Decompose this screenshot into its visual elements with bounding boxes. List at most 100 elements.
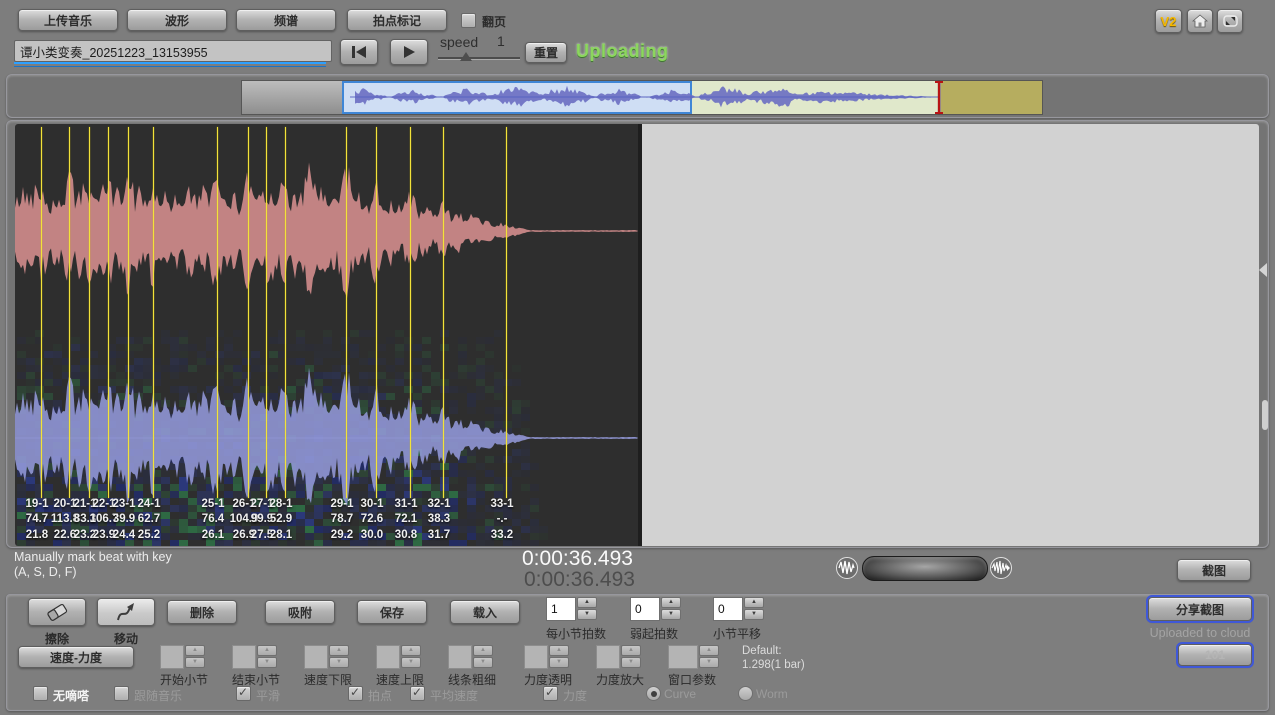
beat-marker-line[interactable]: [128, 127, 129, 498]
action-button[interactable]: 载入: [450, 600, 520, 624]
overview-strip[interactable]: [241, 80, 1043, 115]
spinner-control[interactable]: ▲▼: [448, 645, 494, 669]
beat-marker-line[interactable]: [153, 127, 154, 498]
spinner-control[interactable]: ▲▼: [304, 645, 350, 669]
filename-input[interactable]: [14, 40, 332, 62]
action-button[interactable]: 保存: [357, 600, 427, 624]
spin-down-icon[interactable]: ▼: [257, 657, 277, 668]
reset-button[interactable]: 重置: [525, 42, 567, 63]
spinner-control[interactable]: 1▲▼: [546, 597, 598, 621]
action-button[interactable]: 删除: [167, 600, 237, 624]
beat-marker-line[interactable]: [217, 127, 218, 498]
wave-zoom-out-button[interactable]: [836, 557, 858, 579]
splitter-grip[interactable]: [1262, 400, 1268, 430]
header-tab[interactable]: 波形: [127, 9, 227, 31]
wave-stretch-slider[interactable]: [862, 556, 988, 581]
option-checkbox[interactable]: [236, 686, 251, 701]
beat-marker-line[interactable]: [376, 127, 377, 498]
spin-up-icon[interactable]: ▲: [549, 645, 569, 656]
spinner-value[interactable]: [304, 645, 328, 669]
spin-down-icon[interactable]: ▼: [185, 657, 205, 668]
spinner-control[interactable]: ▲▼: [596, 645, 642, 669]
header-tab[interactable]: 上传音乐: [18, 9, 118, 31]
spinner-control[interactable]: ▲▼: [668, 645, 720, 669]
mode-radio[interactable]: [646, 686, 661, 701]
spin-up-icon[interactable]: ▲: [257, 645, 277, 656]
action-button[interactable]: 吸附: [265, 600, 335, 624]
spin-down-icon[interactable]: ▼: [577, 609, 597, 620]
move-tool-button[interactable]: [97, 598, 155, 626]
spin-up-icon[interactable]: ▲: [473, 645, 493, 656]
spinner-value[interactable]: [232, 645, 256, 669]
play-button[interactable]: [390, 39, 428, 65]
spinner-control[interactable]: ▲▼: [232, 645, 278, 669]
link-button[interactable]: 101: [1178, 644, 1252, 666]
spin-up-icon[interactable]: ▲: [185, 645, 205, 656]
spinner-control[interactable]: ▲▼: [160, 645, 206, 669]
v2-badge[interactable]: V2: [1155, 9, 1182, 33]
beat-marker-line[interactable]: [248, 127, 249, 498]
speed-velocity-button[interactable]: 速度-力度: [18, 646, 134, 668]
option-checkbox[interactable]: [543, 686, 558, 701]
spinner-value[interactable]: [448, 645, 472, 669]
page-flip-checkbox[interactable]: [461, 13, 476, 28]
header-tab[interactable]: 拍点标记: [347, 9, 447, 31]
snapshot-button[interactable]: 截图: [1177, 559, 1251, 581]
wave-zoom-in-button[interactable]: [990, 557, 1012, 579]
spin-up-icon[interactable]: ▲: [744, 597, 764, 608]
option-checkbox[interactable]: [348, 686, 363, 701]
spinner-value[interactable]: [524, 645, 548, 669]
spin-down-icon[interactable]: ▼: [621, 657, 641, 668]
share-screenshot-button[interactable]: 分享截图: [1148, 597, 1252, 621]
beat-marker-line[interactable]: [266, 127, 267, 498]
beat-marker-line[interactable]: [410, 127, 411, 498]
spinner-value[interactable]: [596, 645, 620, 669]
beat-marker-line[interactable]: [346, 127, 347, 498]
spinner-value[interactable]: 0: [630, 597, 660, 621]
overview-playhead[interactable]: [938, 81, 940, 114]
spin-down-icon[interactable]: ▼: [661, 609, 681, 620]
beat-marker-line[interactable]: [89, 127, 90, 498]
beat-marker-line[interactable]: [506, 127, 507, 498]
header-tab[interactable]: 频谱: [236, 9, 336, 31]
speed-slider-track[interactable]: [438, 57, 520, 59]
spin-up-icon[interactable]: ▲: [329, 645, 349, 656]
spinner-control[interactable]: 0▲▼: [713, 597, 765, 621]
mode-radio[interactable]: [738, 686, 753, 701]
spinner-value[interactable]: [160, 645, 184, 669]
beat-marker-line[interactable]: [108, 127, 109, 498]
speed-slider-thumb[interactable]: [460, 52, 472, 61]
spin-up-icon[interactable]: ▲: [699, 645, 719, 656]
spin-up-icon[interactable]: ▲: [661, 597, 681, 608]
fullscreen-button[interactable]: [1217, 9, 1243, 33]
spin-down-icon[interactable]: ▼: [401, 657, 421, 668]
erase-tool-button[interactable]: [28, 598, 86, 626]
spinner-value[interactable]: [668, 645, 698, 669]
spin-up-icon[interactable]: ▲: [401, 645, 421, 656]
waveform-canvas[interactable]: 19-174.721.820-1113.822.621-183.323.222-…: [15, 124, 638, 546]
beat-marker-line[interactable]: [443, 127, 444, 498]
beat-label: 31-172.130.8: [394, 497, 417, 544]
option-checkbox[interactable]: [410, 686, 425, 701]
option-checkbox[interactable]: [114, 686, 129, 701]
home-button[interactable]: [1187, 9, 1213, 33]
beat-marker-line[interactable]: [69, 127, 70, 498]
spinner-control[interactable]: ▲▼: [376, 645, 422, 669]
beat-marker-line[interactable]: [41, 127, 42, 498]
spin-down-icon[interactable]: ▼: [549, 657, 569, 668]
spinner-value[interactable]: 1: [546, 597, 576, 621]
spin-down-icon[interactable]: ▼: [744, 609, 764, 620]
beat-marker-line[interactable]: [285, 127, 286, 498]
spinner-control[interactable]: ▲▼: [524, 645, 570, 669]
spin-down-icon[interactable]: ▼: [473, 657, 493, 668]
spin-up-icon[interactable]: ▲: [621, 645, 641, 656]
spin-down-icon[interactable]: ▼: [699, 657, 719, 668]
option-checkbox[interactable]: [33, 686, 48, 701]
spinner-value[interactable]: [376, 645, 400, 669]
spin-up-icon[interactable]: ▲: [577, 597, 597, 608]
spin-down-icon[interactable]: ▼: [329, 657, 349, 668]
splitter-arrow-icon[interactable]: [1259, 263, 1267, 277]
spinner-value[interactable]: 0: [713, 597, 743, 621]
skip-start-button[interactable]: [340, 39, 378, 65]
spinner-control[interactable]: 0▲▼: [630, 597, 682, 621]
